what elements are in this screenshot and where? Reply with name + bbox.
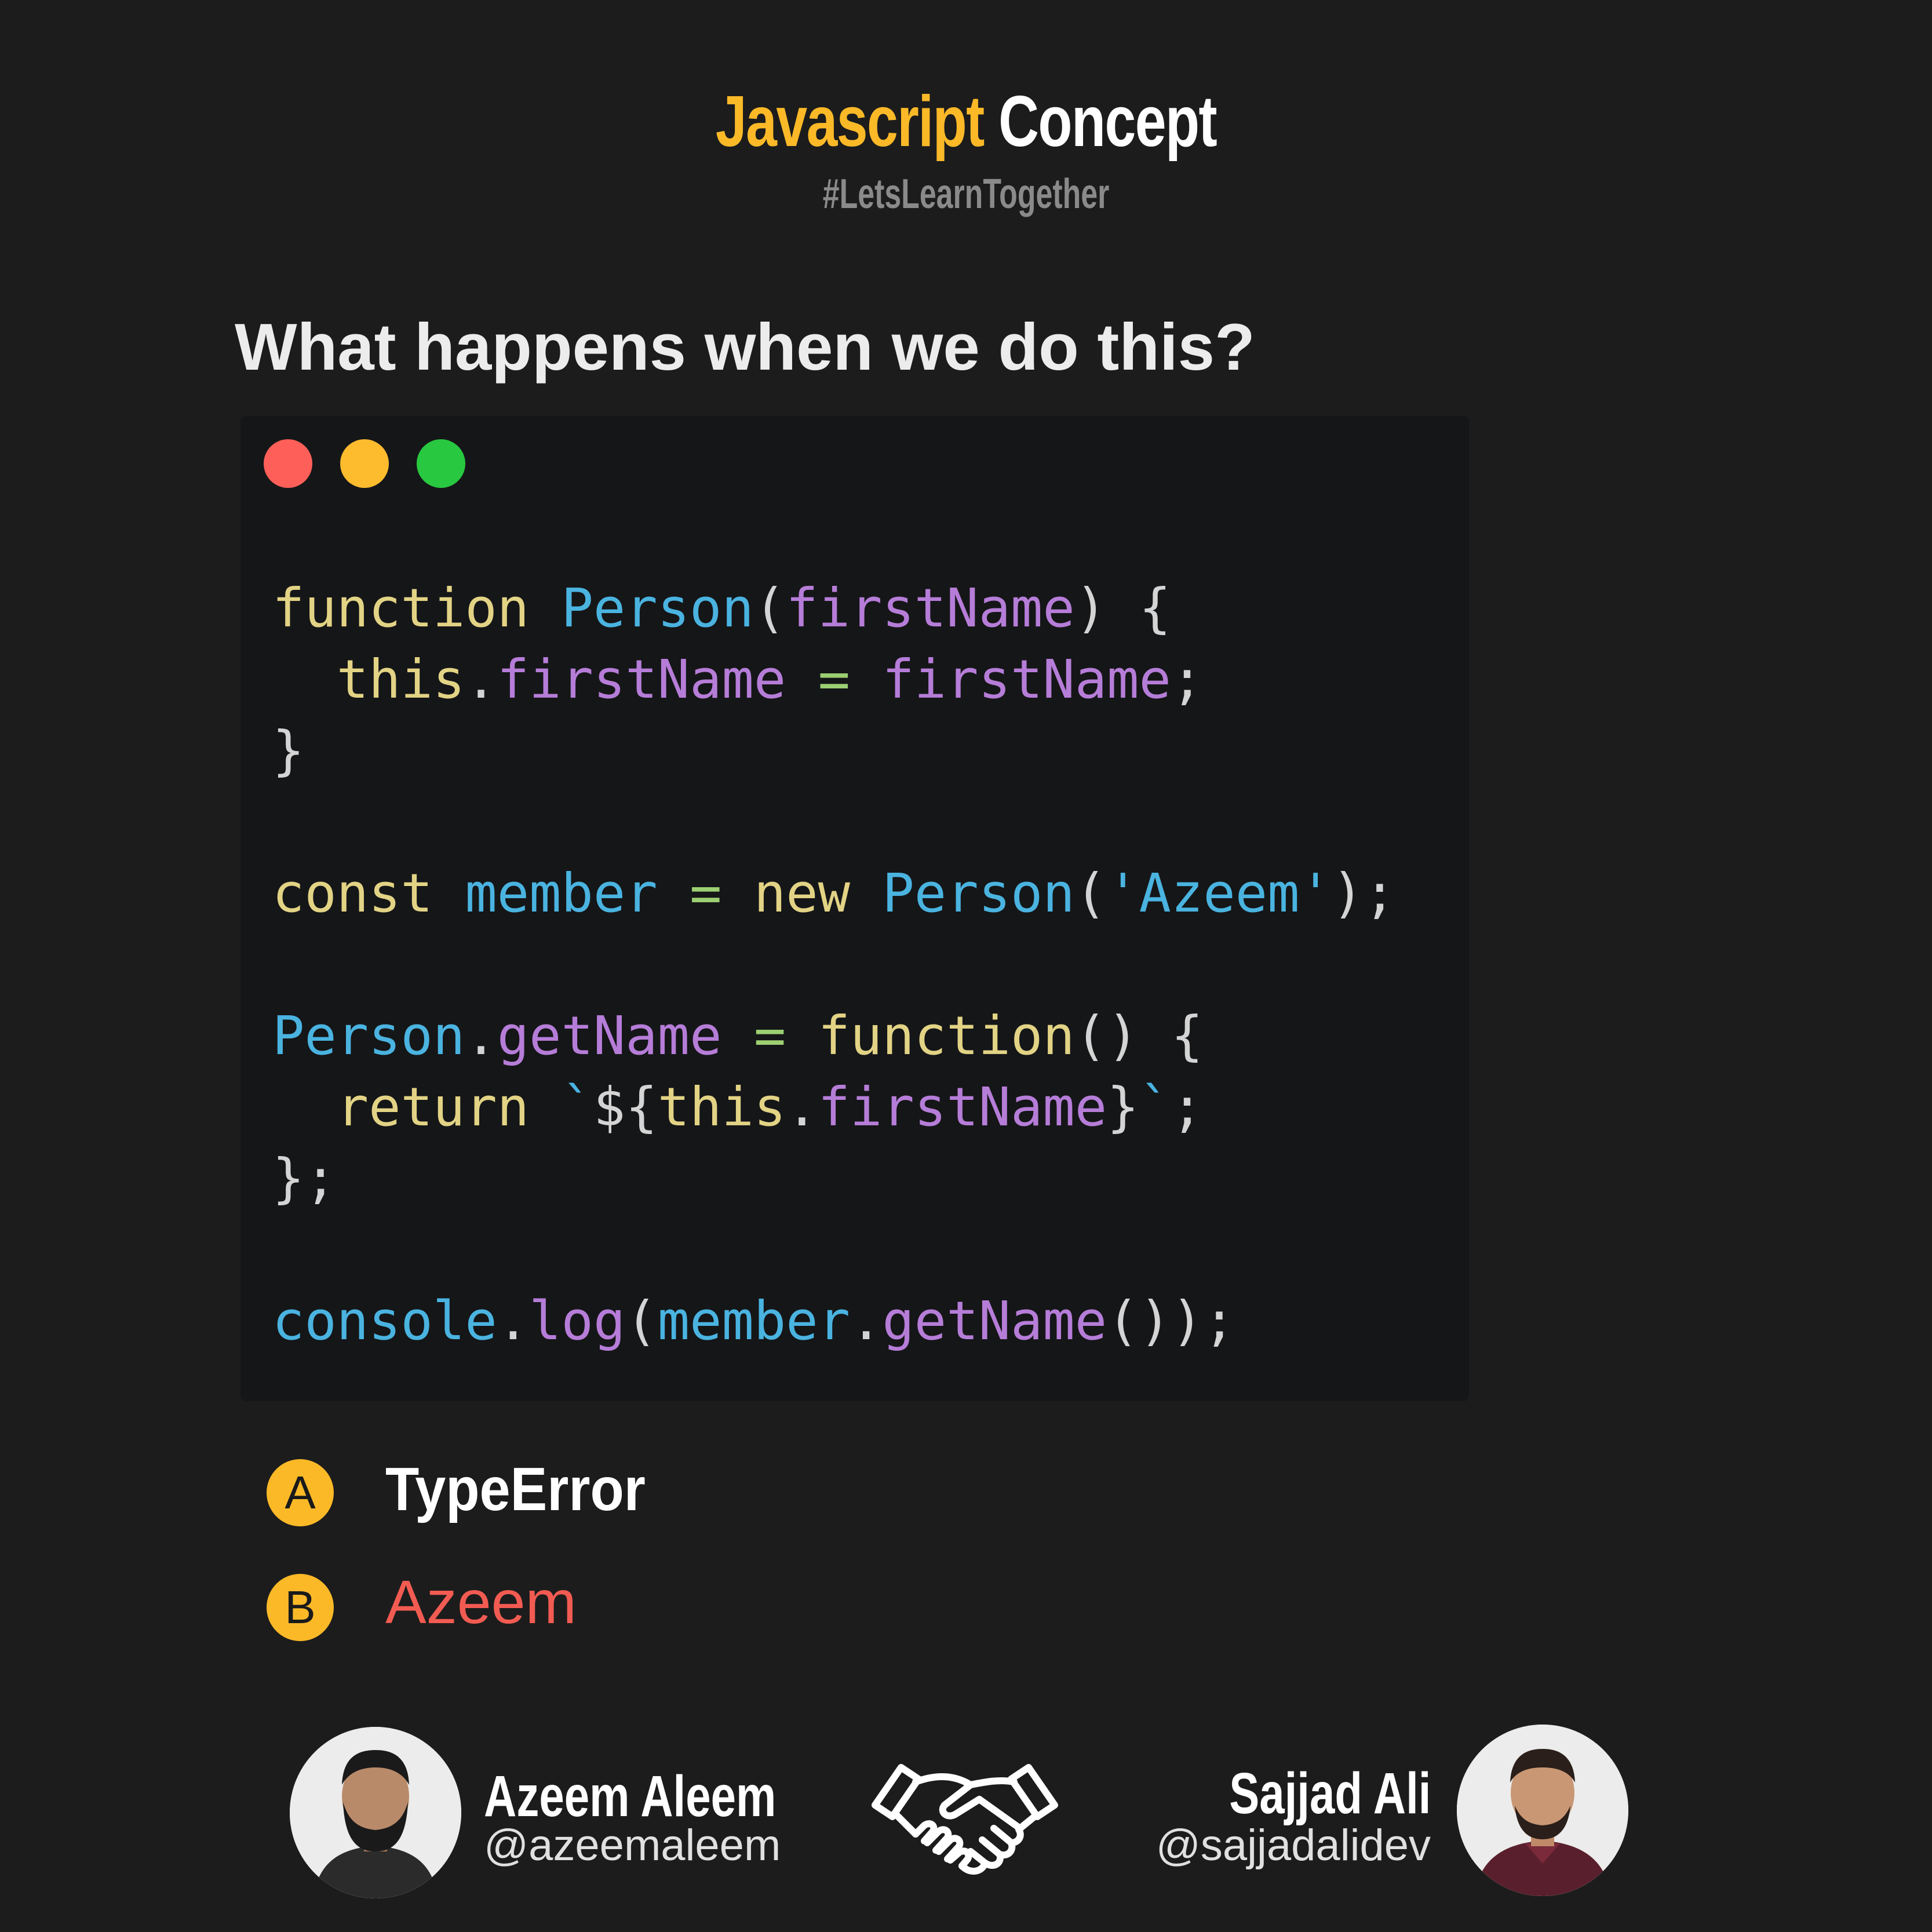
option-a-text[interactable]: TypeError (385, 1455, 646, 1524)
option-b-badge: B (267, 1574, 334, 1641)
author-name-right: Sajjad Ali (1229, 1761, 1431, 1826)
code-line: const member = new Person('Azeem'); (272, 862, 1396, 924)
code-line: this.firstName = firstName; (336, 648, 1204, 710)
option-a-badge: A (267, 1459, 334, 1526)
window-maximize-dot (417, 439, 465, 488)
page-title: Javascript Concept (213, 81, 1720, 162)
author-name-left: Azeem Aleem (484, 1764, 777, 1829)
code-line: console.log(member.getName()); (272, 1290, 1235, 1352)
person-icon (1457, 1725, 1628, 1896)
title-concept: Concept (998, 82, 1217, 162)
avatar-azeem (290, 1727, 461, 1898)
hashtag: #LetsLearnTogether (822, 171, 1110, 217)
code-window: function Person(firstName) { this.firstN… (240, 416, 1469, 1401)
window-close-dot (264, 439, 312, 488)
handshake-icon (869, 1759, 1060, 1886)
code-line: function Person(firstName) { (272, 577, 1171, 639)
code-line: return `${this.firstName}`; (336, 1076, 1204, 1138)
code-block: function Person(firstName) { this.firstN… (272, 573, 1396, 1357)
title-javascript: Javascript (715, 82, 985, 162)
person-icon (290, 1727, 461, 1898)
author-handle-left[interactable]: @azeemaleem (484, 1820, 781, 1872)
code-line: } (272, 720, 305, 782)
option-b-text[interactable]: Azeem (385, 1568, 577, 1637)
code-line: }; (272, 1147, 337, 1209)
avatar-sajjad (1457, 1725, 1628, 1896)
code-line: Person.getName = function() { (272, 1005, 1204, 1067)
window-minimize-dot (340, 439, 389, 488)
question-heading: What happens when we do this? (235, 311, 1255, 384)
author-handle-right[interactable]: @sajjadalidev (1156, 1820, 1431, 1872)
